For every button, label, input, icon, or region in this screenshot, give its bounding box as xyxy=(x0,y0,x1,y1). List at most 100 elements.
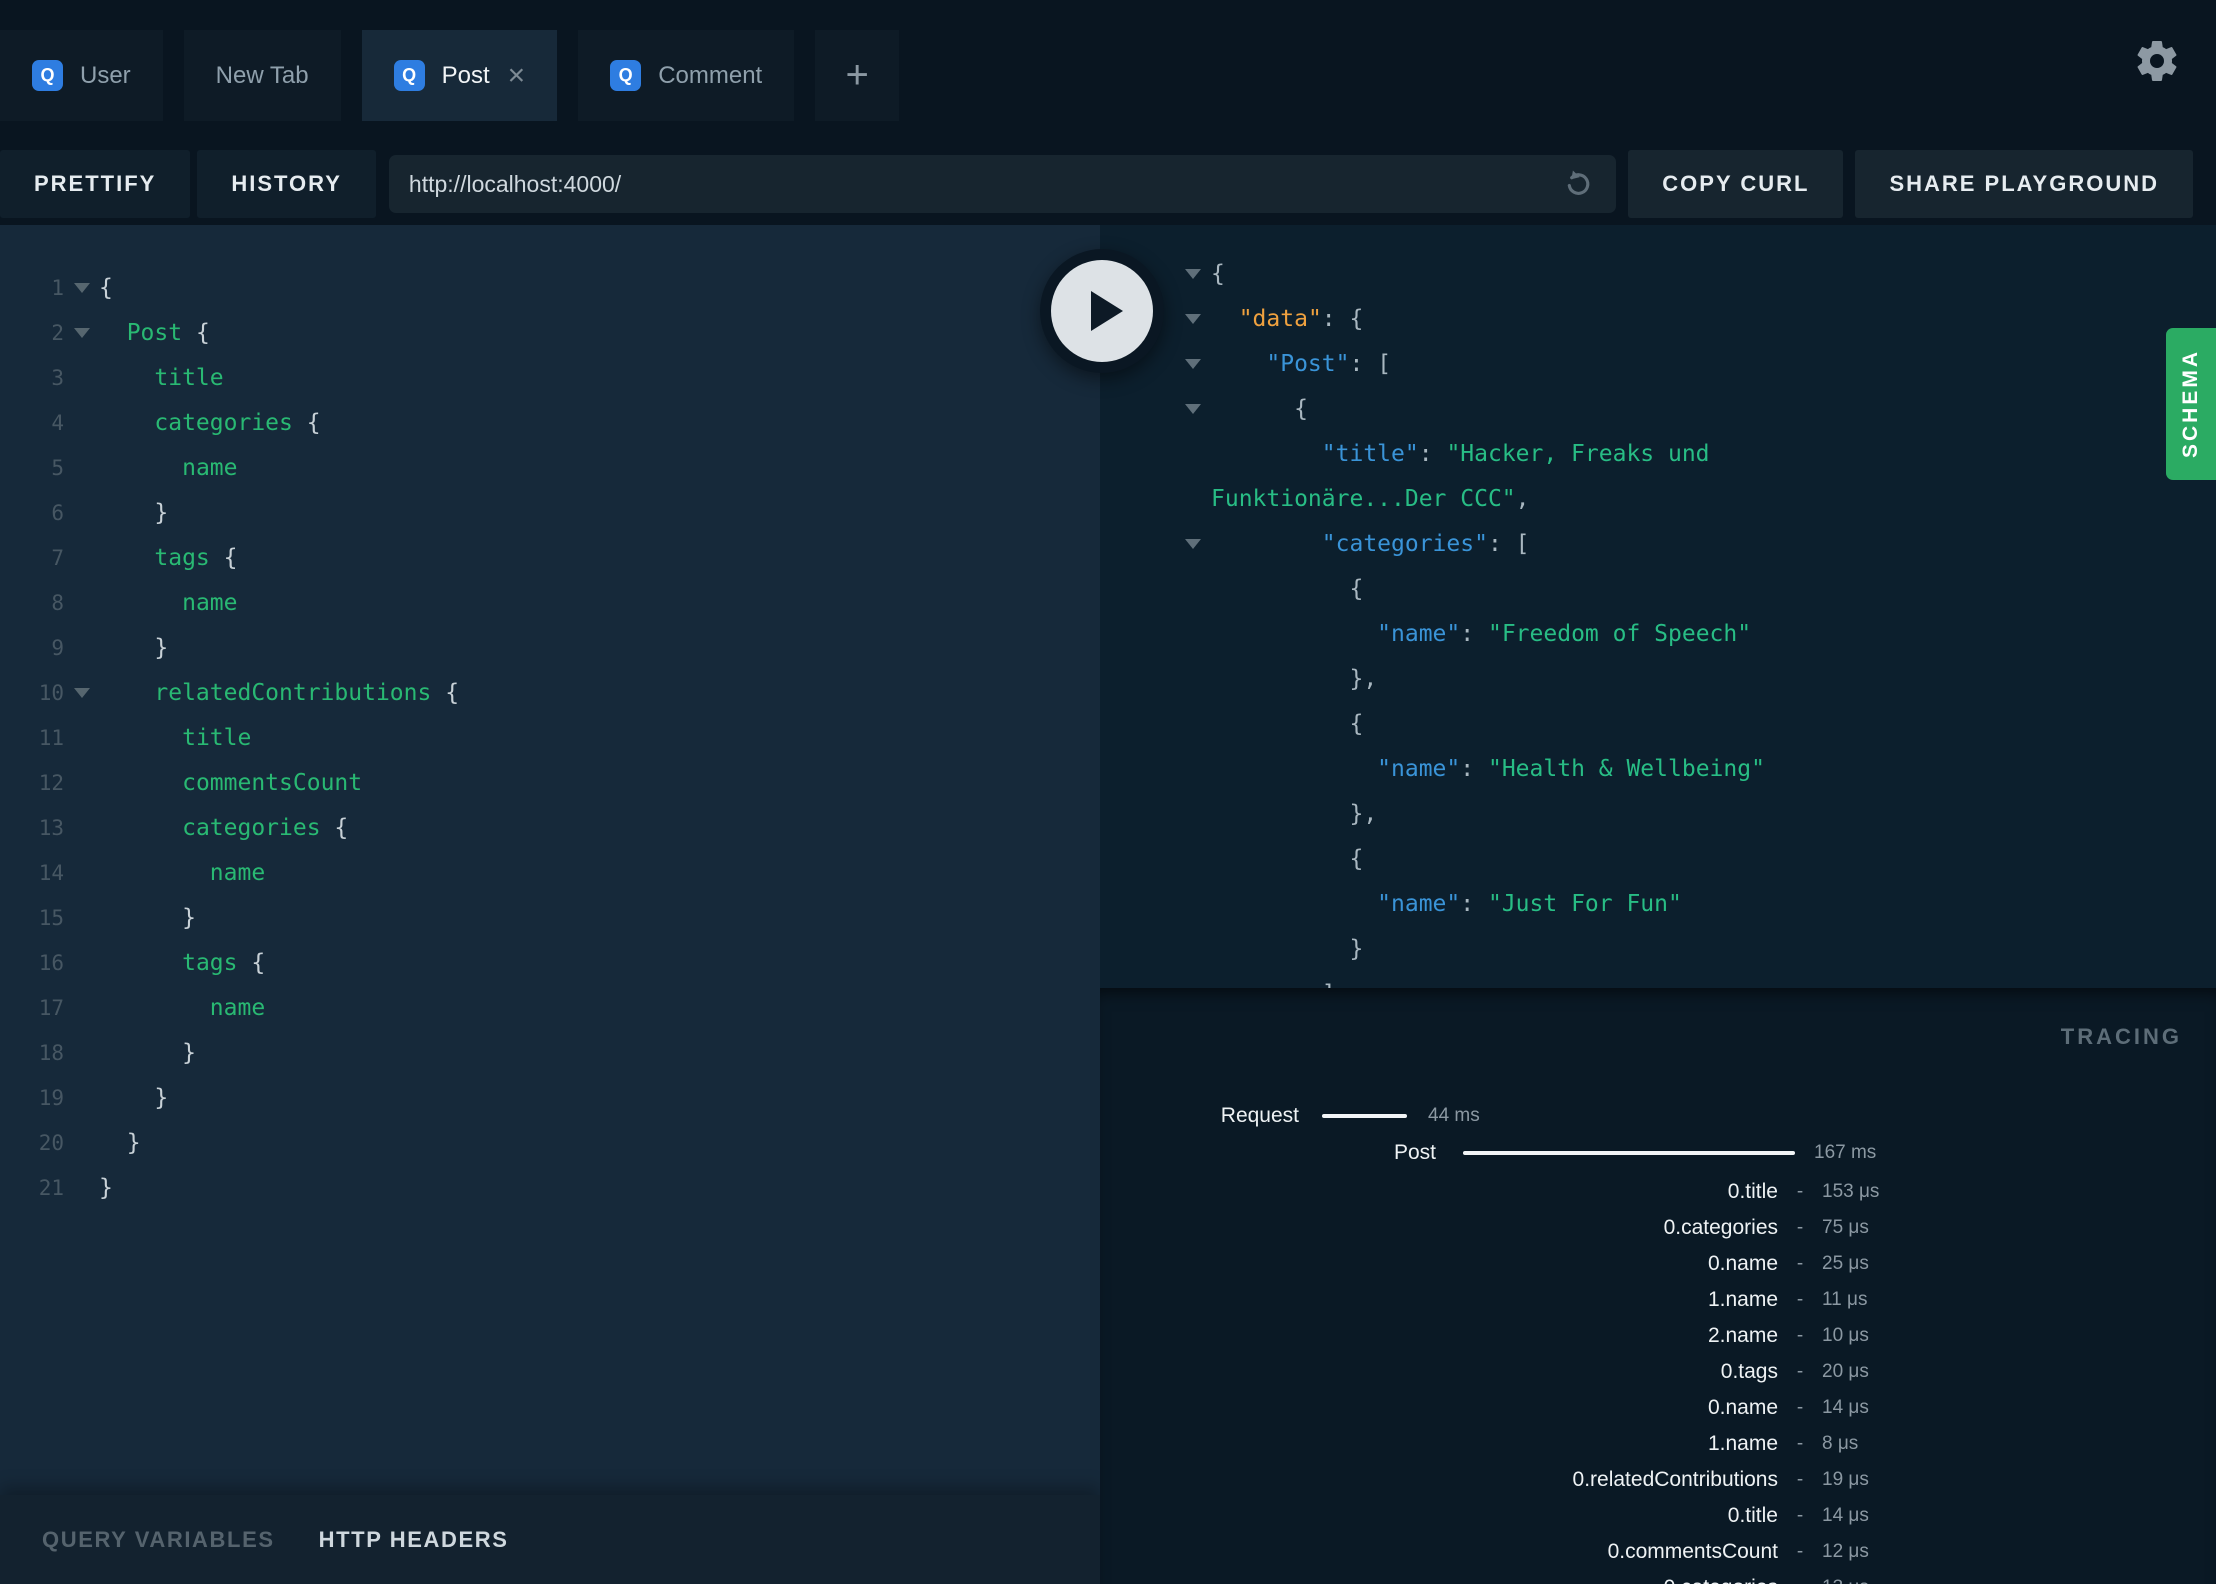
response-line: "name": "Health & Wellbeing" xyxy=(1100,746,2216,791)
new-tab-button[interactable]: + xyxy=(815,30,900,121)
query-editor-line: 8 name xyxy=(0,580,1100,625)
http-headers-tab[interactable]: HTTP HEADERS xyxy=(319,1527,509,1553)
line-number: 20 xyxy=(38,1130,64,1155)
tabs: Q User New Tab Q Post × Q Comment xyxy=(0,30,795,121)
response-line: { xyxy=(1100,701,2216,746)
query-line-code: } xyxy=(99,904,196,931)
tab-label: New Tab xyxy=(215,61,309,89)
query-editor-line: 17 name xyxy=(0,985,1100,1030)
resolver-dash: - xyxy=(1796,1217,1804,1238)
response-line-code: { xyxy=(1349,575,1364,602)
response-line-code: "title": "Hacker, Freaks und xyxy=(1321,440,1710,467)
line-number: 17 xyxy=(38,995,64,1020)
query-editor-line: 5 name xyxy=(0,445,1100,490)
query-editor-line: 19 } xyxy=(0,1075,1100,1120)
trace-resolver-row: 0.commentsCount -12 μs xyxy=(1100,1534,2216,1570)
url-input[interactable] xyxy=(408,170,1561,198)
trace-resolver-row: 0.tags -20 μs xyxy=(1100,1354,2216,1390)
resolver-duration: 14 μs xyxy=(1822,1505,1869,1526)
response-line: "categories": [ xyxy=(1100,521,2216,566)
collapse-arrow-icon[interactable] xyxy=(1185,268,1201,279)
query-line-code: categories { xyxy=(182,814,349,841)
collapse-arrow-icon[interactable] xyxy=(73,327,90,338)
query-editor-line: 13 categories { xyxy=(0,805,1100,850)
query-line-code: name xyxy=(182,454,238,481)
trace-resolver-row: 0.categories -75 μs xyxy=(1100,1210,2216,1246)
tracing-title: TRACING xyxy=(2060,1024,2182,1049)
trace-resolver-row: 0.relatedContributions -19 μs xyxy=(1100,1462,2216,1498)
trace-resolver-row: 2.name -10 μs xyxy=(1100,1318,2216,1354)
response-line-code: }, xyxy=(1349,665,1378,692)
query-line-code: tags { xyxy=(182,949,266,976)
copy-curl-button[interactable]: COPY CURL xyxy=(1628,150,1844,218)
tab-user[interactable]: Q User xyxy=(0,30,163,121)
query-line-code: } xyxy=(99,1129,141,1156)
close-tab-icon[interactable]: × xyxy=(508,60,526,91)
share-playground-button[interactable]: SHARE PLAYGROUND xyxy=(1855,150,2193,218)
query-editor-line: 12 commentsCount xyxy=(0,760,1100,805)
trace-span-bar xyxy=(1463,1151,1795,1155)
resolver-duration: 10 μs xyxy=(1822,1325,1869,1346)
response-line: Funktionäre...Der CCC", xyxy=(1100,476,2216,521)
query-editor-line: 21} xyxy=(0,1165,1100,1210)
fold-slot xyxy=(64,282,99,293)
collapse-arrow-icon[interactable] xyxy=(1185,538,1201,549)
tab-comment[interactable]: Q Comment xyxy=(578,30,795,121)
response-line: { xyxy=(1100,566,2216,611)
response-line: }, xyxy=(1100,791,2216,836)
line-number: 19 xyxy=(38,1085,64,1110)
trace-span-label: Request xyxy=(1220,1104,1299,1127)
execute-button[interactable] xyxy=(1040,249,1164,373)
query-line-code: commentsCount xyxy=(182,769,363,796)
response-line: { xyxy=(1100,251,2216,296)
query-editor[interactable]: 1{2 Post {3 title 4 categories {5 name 6 }… xyxy=(0,225,1100,1495)
collapse-arrow-icon[interactable] xyxy=(1185,313,1201,324)
collapse-arrow-icon[interactable] xyxy=(73,687,90,698)
response-line: "name": "Freedom of Speech" xyxy=(1100,611,2216,656)
fold-slot xyxy=(1175,538,1211,549)
response-line: "title": "Hacker, Freaks und xyxy=(1100,431,2216,476)
line-number: 1 xyxy=(51,275,64,300)
resolver-dash: - xyxy=(1796,1541,1804,1562)
trace-span-bar xyxy=(1322,1114,1407,1118)
resolver-duration: 14 μs xyxy=(1822,1397,1869,1418)
prettify-button[interactable]: PRETTIFY xyxy=(0,150,191,218)
resolver-path: 0.categories xyxy=(1663,1216,1778,1239)
query-variables-tab[interactable]: QUERY VARIABLES xyxy=(42,1527,275,1553)
trace-resolver-row: 1.name -8 μs xyxy=(1100,1426,2216,1462)
line-number: 16 xyxy=(38,950,64,975)
resolver-dash: - xyxy=(1778,1577,1822,1584)
resolver-dash: - xyxy=(1796,1397,1804,1418)
response-line: } xyxy=(1100,926,2216,971)
response-line-code: "name": "Freedom of Speech" xyxy=(1377,620,1752,647)
schema-tab[interactable]: SCHEMA xyxy=(2166,328,2216,480)
tab-post[interactable]: Q Post × xyxy=(361,30,558,121)
query-code: 1{2 Post {3 title 4 categories {5 name 6 }… xyxy=(0,265,1100,1210)
collapse-arrow-icon[interactable] xyxy=(1185,358,1201,369)
query-editor-line: 10 relatedContributions { xyxy=(0,670,1100,715)
response-line: "Post": [ xyxy=(1100,341,2216,386)
history-button[interactable]: HISTORY xyxy=(197,150,376,218)
resolver-duration: 13 μs xyxy=(1822,1577,1869,1584)
editor-footer: QUERY VARIABLES HTTP HEADERS xyxy=(0,1495,1100,1584)
fold-slot xyxy=(1175,403,1211,414)
tab-new-tab[interactable]: New Tab xyxy=(183,30,341,121)
plus-icon: + xyxy=(845,53,869,97)
line-number: 12 xyxy=(38,770,64,795)
response-line-code: "data": { xyxy=(1238,305,1364,332)
line-number: 9 xyxy=(51,635,64,660)
tab-label: Comment xyxy=(658,61,763,89)
reload-icon[interactable] xyxy=(1560,166,1596,202)
response-line-code: { xyxy=(1349,710,1364,737)
collapse-arrow-icon[interactable] xyxy=(73,282,90,293)
settings-button[interactable] xyxy=(2132,36,2182,86)
resolver-duration: 20 μs xyxy=(1822,1361,1869,1382)
resolver-dash: - xyxy=(1796,1289,1804,1310)
trace-span-duration: 44 ms xyxy=(1428,1105,1480,1126)
collapse-arrow-icon[interactable] xyxy=(1185,403,1201,414)
resolver-duration: 75 μs xyxy=(1822,1217,1869,1238)
response-viewer[interactable]: { "data": { "Post": [ { "title": "Hacker… xyxy=(1100,225,2216,988)
resolver-path: 0.title xyxy=(1727,1504,1778,1527)
line-number: 8 xyxy=(51,590,64,615)
query-line-code: name xyxy=(182,589,238,616)
